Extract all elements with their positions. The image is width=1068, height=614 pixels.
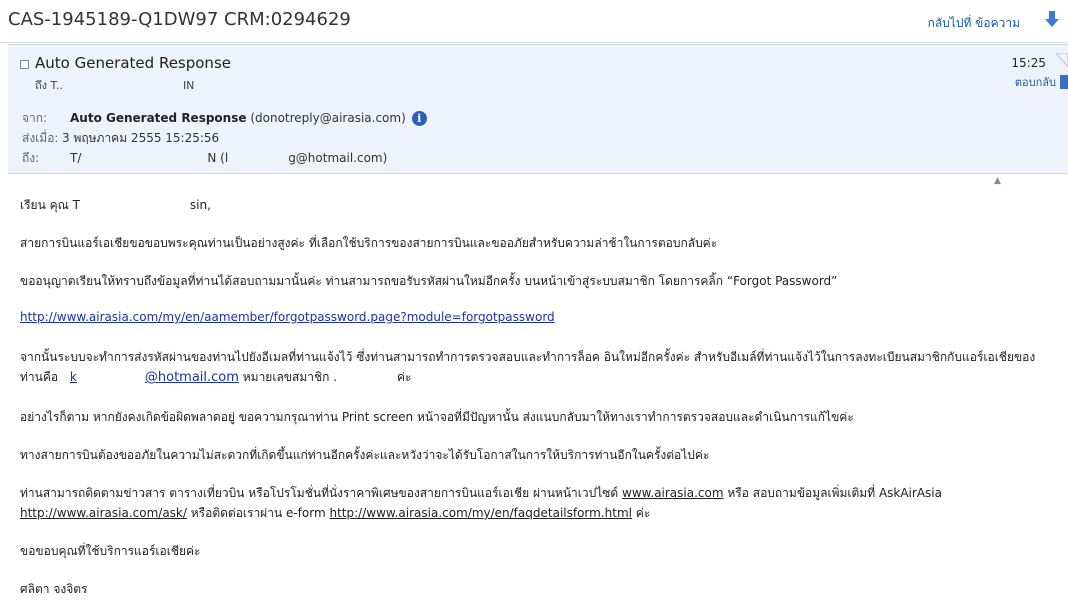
- sender-display-name: Auto Generated Response: [35, 54, 231, 72]
- back-to-messages-link[interactable]: กลับไปที่ ข้อความ: [928, 14, 1020, 33]
- page-title: CAS-1945189-Q1DW97 CRM:0294629: [8, 9, 351, 30]
- to-suffix[interactable]: g@hotmail.com): [288, 151, 387, 165]
- email-link-domain[interactable]: @hotmail.com: [145, 370, 239, 385]
- closing-thanks: ขอขอบคุณที่ใช้บริการแอร์เอเชียค่ะ: [20, 544, 201, 558]
- from-row: จาก: Auto Generated Response (donotreply@…: [22, 109, 427, 128]
- flag-icon[interactable]: [1056, 53, 1068, 67]
- reply-dropdown-icon[interactable]: [1060, 75, 1068, 89]
- email-suffix: ค่ะ: [397, 370, 412, 384]
- greeting: เรียน คุณ T sin,: [20, 196, 211, 215]
- to-row: ถึง: T/N (l g@hotmail.com): [22, 149, 387, 168]
- paragraph-instructions: จากนั้นระบบจะทำการส่งรหัสผ่านของท่านไปยั…: [20, 350, 1036, 364]
- paragraph-print-screen: อย่างไรก็ตาม หากยังคงเกิดข้อผิดพลาดอยู่ …: [20, 410, 854, 424]
- scroll-up-icon[interactable]: ▲: [994, 176, 1001, 186]
- faq-form-link[interactable]: http://www.airasia.com/my/en/faqdetailsf…: [330, 506, 632, 520]
- recipient-summary-suffix: IN: [182, 79, 195, 92]
- from-name[interactable]: Auto Generated Response: [70, 111, 247, 125]
- contact-text-c: หรือติดต่อเราผ่าน e-form: [190, 506, 326, 520]
- from-label: จาก:: [22, 111, 48, 125]
- recipient-summary: ถึง T.. IN: [35, 76, 194, 94]
- email-link-start[interactable]: k: [70, 370, 77, 384]
- contact-text-a: ท่านสามารถติดตามข่าวสาร ตารางเที่ยวบิน ห…: [20, 486, 619, 500]
- contact-text-b: หรือ สอบถามข้อมูลเพิ่มเติมที่ AskAirAsia: [727, 486, 942, 500]
- airasia-site-link[interactable]: www.airasia.com: [622, 486, 724, 500]
- paragraph-contact-links: http://www.airasia.com/ask/ หรือติดต่อเร…: [20, 504, 650, 523]
- to-label: ถึง:: [22, 151, 40, 165]
- to-mid[interactable]: N (l: [207, 151, 228, 165]
- collapse-toggle-icon[interactable]: [20, 60, 29, 69]
- paragraph-apology: ทางสายการบินต้องขออภัยในความไม่สะดวกที่เ…: [20, 448, 710, 462]
- to-prefix[interactable]: T/: [70, 151, 81, 165]
- contact-text-d: ค่ะ: [635, 506, 651, 520]
- ask-airasia-link[interactable]: http://www.airasia.com/ask/: [20, 506, 187, 520]
- download-arrow-icon[interactable]: [1044, 10, 1060, 28]
- top-bar: CAS-1945189-Q1DW97 CRM:0294629 กลับไปที่…: [0, 0, 1068, 43]
- reply-button[interactable]: ตอบกลับ: [1015, 73, 1056, 91]
- from-email[interactable]: (donotreply@airasia.com): [250, 111, 405, 125]
- paragraph-link: http://www.airasia.com/my/en/aamember/fo…: [20, 310, 555, 324]
- email-prefix: ท่านคือ: [20, 370, 59, 384]
- member-number-label: หมายเลขสมาชิก .: [242, 370, 338, 384]
- greeting-suffix: sin,: [189, 198, 211, 212]
- paragraph-forgot-password: ขออนุญาตเรียนให้ทราบถึงข้อมูลที่ท่านได้ส…: [20, 274, 838, 288]
- paragraph-email: ท่านคือ k @hotmail.com หมายเลขสมาชิก . ค่ะ: [20, 368, 412, 387]
- paragraph-thanks: สายการบินแอร์เอเชียขอขอบพระคุณท่านเป็นอย…: [20, 236, 718, 250]
- message-time: 15:25: [1011, 56, 1046, 70]
- forgot-password-link[interactable]: http://www.airasia.com/my/en/aamember/fo…: [20, 310, 555, 324]
- sent-label: ส่งเมื่อ:: [22, 131, 59, 145]
- info-icon[interactable]: i: [411, 111, 427, 126]
- recipient-summary-prefix: ถึง T..: [35, 79, 63, 92]
- paragraph-contact: ท่านสามารถติดตามข่าวสาร ตารางเที่ยวบิน ห…: [20, 484, 942, 503]
- sent-row: ส่งเมื่อ: 3 พฤษภาคม 2555 15:25:56: [22, 129, 219, 148]
- greeting-name: เรียน คุณ T: [20, 198, 80, 212]
- signature: ศลิตา จงจิตร: [20, 582, 88, 596]
- message-header: Auto Generated Response ถึง T.. IN 15:25 …: [8, 44, 1068, 174]
- sent-value: 3 พฤษภาคม 2555 15:25:56: [62, 131, 220, 145]
